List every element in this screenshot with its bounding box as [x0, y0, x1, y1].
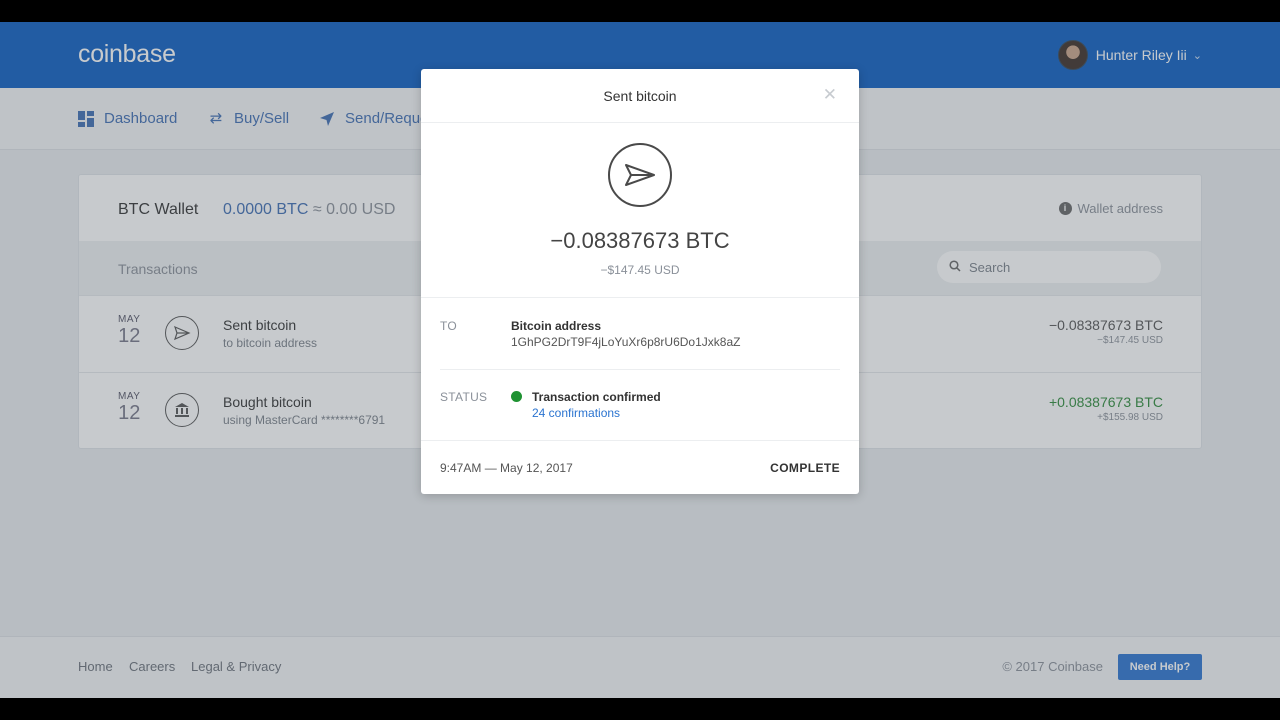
status-dot-icon — [511, 391, 522, 402]
to-label: TO — [440, 319, 458, 333]
modal-timestamp: 9:47AM — May 12, 2017 — [440, 461, 573, 475]
modal-amount-usd: −$147.45 USD — [600, 263, 680, 277]
status-badge: COMPLETE — [770, 461, 840, 475]
letterbox-bottom — [0, 698, 1280, 720]
status-text: Transaction confirmed — [532, 390, 661, 404]
paper-plane-icon — [608, 143, 672, 207]
status-label: STATUS — [440, 390, 488, 404]
to-address: 1GhPG2DrT9F4jLoYuXr6p8rU6Do1Jxk8aZ — [511, 335, 741, 349]
confirmations-link[interactable]: 24 confirmations — [532, 406, 620, 420]
letterbox-top — [0, 0, 1280, 22]
modal-title: Sent bitcoin — [603, 88, 677, 104]
coinbase-window: coinbase Hunter Riley Iii ⌄ Dashboard ⇄ … — [0, 22, 1280, 698]
close-icon[interactable]: ✕ — [823, 85, 837, 105]
divider — [440, 369, 840, 370]
modal-header: Sent bitcoin ✕ — [421, 69, 859, 123]
transaction-modal: Sent bitcoin ✕ −0.08387673 BTC −$147.45 … — [421, 69, 859, 494]
divider — [421, 440, 859, 441]
modal-amount-btc: −0.08387673 BTC — [550, 228, 730, 253]
to-title: Bitcoin address — [511, 319, 602, 333]
divider — [421, 297, 859, 298]
